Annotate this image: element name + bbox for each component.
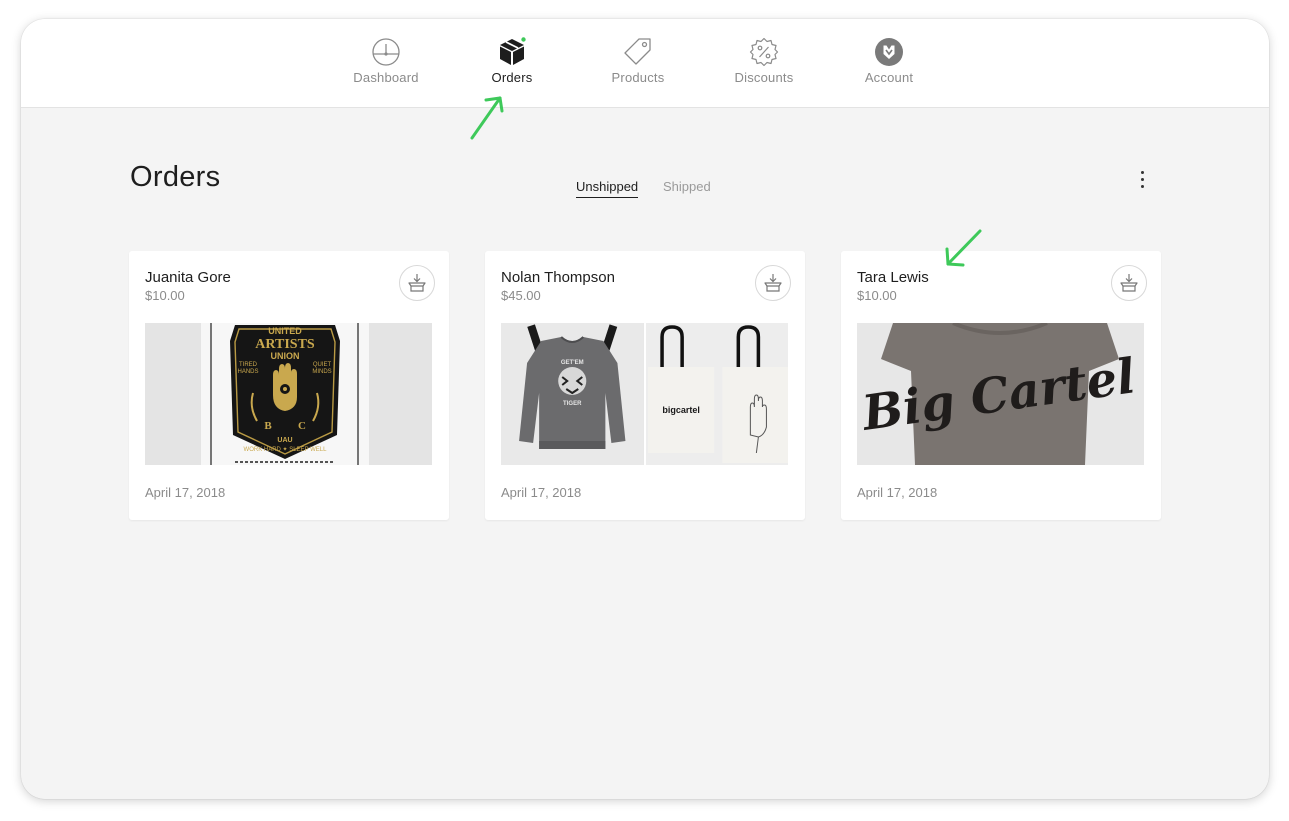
tab-unshipped[interactable]: Unshipped: [576, 179, 639, 198]
order-date: April 17, 2018: [145, 485, 226, 500]
product-image: GET'EM TIGER: [501, 323, 644, 465]
nav-discounts[interactable]: Discounts: [714, 37, 814, 93]
notification-dot: [521, 37, 526, 42]
order-item-images: GET'EM TIGER bigcartel: [501, 323, 788, 465]
order-item-images: Big Cartel: [857, 323, 1144, 465]
svg-text:WORK HARD ✦ SLEEP WELL: WORK HARD ✦ SLEEP WELL: [244, 446, 328, 453]
app-window: Dashboard Orders Products Discounts Acco…: [21, 19, 1269, 799]
svg-text:C: C: [298, 420, 306, 432]
order-date: April 17, 2018: [501, 485, 582, 500]
order-card[interactable]: Tara Lewis $10.00 Big Cartel April 17, 2…: [841, 251, 1161, 520]
ship-box-icon: [1120, 274, 1138, 292]
svg-text:bigcartel: bigcartel: [662, 405, 700, 415]
mark-shipped-button[interactable]: [755, 265, 791, 301]
percent-badge-icon: [749, 37, 779, 67]
svg-text:MINDS: MINDS: [312, 369, 331, 375]
big-cartel-tshirt: Big Cartel: [857, 323, 1144, 465]
nav-account-label: Account: [864, 70, 914, 85]
order-card[interactable]: Juanita Gore $10.00 UNITED ARTISTS UNION…: [129, 251, 449, 520]
order-customer-name: Tara Lewis: [857, 269, 929, 286]
product-image: UNITED ARTISTS UNION TIRED HANDS QUIET M…: [145, 323, 432, 465]
order-total: $45.00: [501, 288, 541, 303]
order-item-images: UNITED ARTISTS UNION TIRED HANDS QUIET M…: [145, 323, 432, 465]
order-card[interactable]: Nolan Thompson $45.00 GET'EM TIGER bigca…: [485, 251, 805, 520]
shield-logo-icon: [875, 38, 903, 66]
box-icon: [500, 37, 526, 65]
mark-shipped-button[interactable]: [399, 265, 435, 301]
ship-box-icon: [408, 274, 426, 292]
svg-text:GET'EM: GET'EM: [561, 360, 584, 366]
svg-text:TIRED: TIRED: [239, 362, 258, 368]
order-customer-name: Juanita Gore: [145, 269, 231, 286]
nav-orders-label: Orders: [491, 70, 533, 85]
annotation-arrow-icon: [470, 96, 504, 140]
top-navigation: Dashboard Orders Products Discounts Acco…: [21, 19, 1269, 108]
bigcartel-tote-bags: bigcartel: [645, 323, 788, 465]
svg-text:ARTISTS: ARTISTS: [255, 337, 315, 352]
svg-text:TIGER: TIGER: [563, 401, 582, 407]
product-image: Big Cartel: [857, 323, 1144, 465]
mark-shipped-button[interactable]: [1111, 265, 1147, 301]
more-options-button[interactable]: [1132, 167, 1152, 195]
page-title: Orders: [130, 161, 221, 193]
annotation-arrow-icon: [945, 229, 982, 267]
tab-shipped[interactable]: Shipped: [663, 179, 711, 194]
order-total: $10.00: [145, 288, 185, 303]
svg-text:QUIET: QUIET: [313, 362, 332, 368]
nav-dashboard-label: Dashboard: [353, 70, 419, 85]
nav-orders[interactable]: Orders: [462, 37, 562, 93]
nav-dashboard[interactable]: Dashboard: [336, 37, 436, 93]
svg-text:B: B: [264, 420, 272, 432]
nav-products-label: Products: [611, 70, 665, 85]
nav-account[interactable]: Account: [839, 37, 939, 93]
order-date: April 17, 2018: [857, 485, 938, 500]
order-total: $10.00: [857, 288, 897, 303]
nav-products[interactable]: Products: [588, 37, 688, 93]
svg-text:UNITED: UNITED: [268, 326, 302, 336]
tag-icon: [624, 38, 651, 65]
nav-discounts-label: Discounts: [734, 70, 794, 85]
order-customer-name: Nolan Thompson: [501, 269, 615, 286]
svg-text:HANDS: HANDS: [237, 369, 258, 375]
product-image: bigcartel: [645, 323, 788, 465]
svg-text:UNION: UNION: [271, 351, 300, 361]
grey-tiger-sweatshirt: GET'EM TIGER: [501, 323, 644, 465]
dashboard-gauge-icon: [372, 38, 400, 66]
united-artists-union-poster: UNITED ARTISTS UNION TIRED HANDS QUIET M…: [145, 323, 432, 465]
ship-box-icon: [764, 274, 782, 292]
vertical-ellipsis-icon: [1132, 171, 1152, 188]
svg-text:UAU: UAU: [277, 437, 292, 444]
